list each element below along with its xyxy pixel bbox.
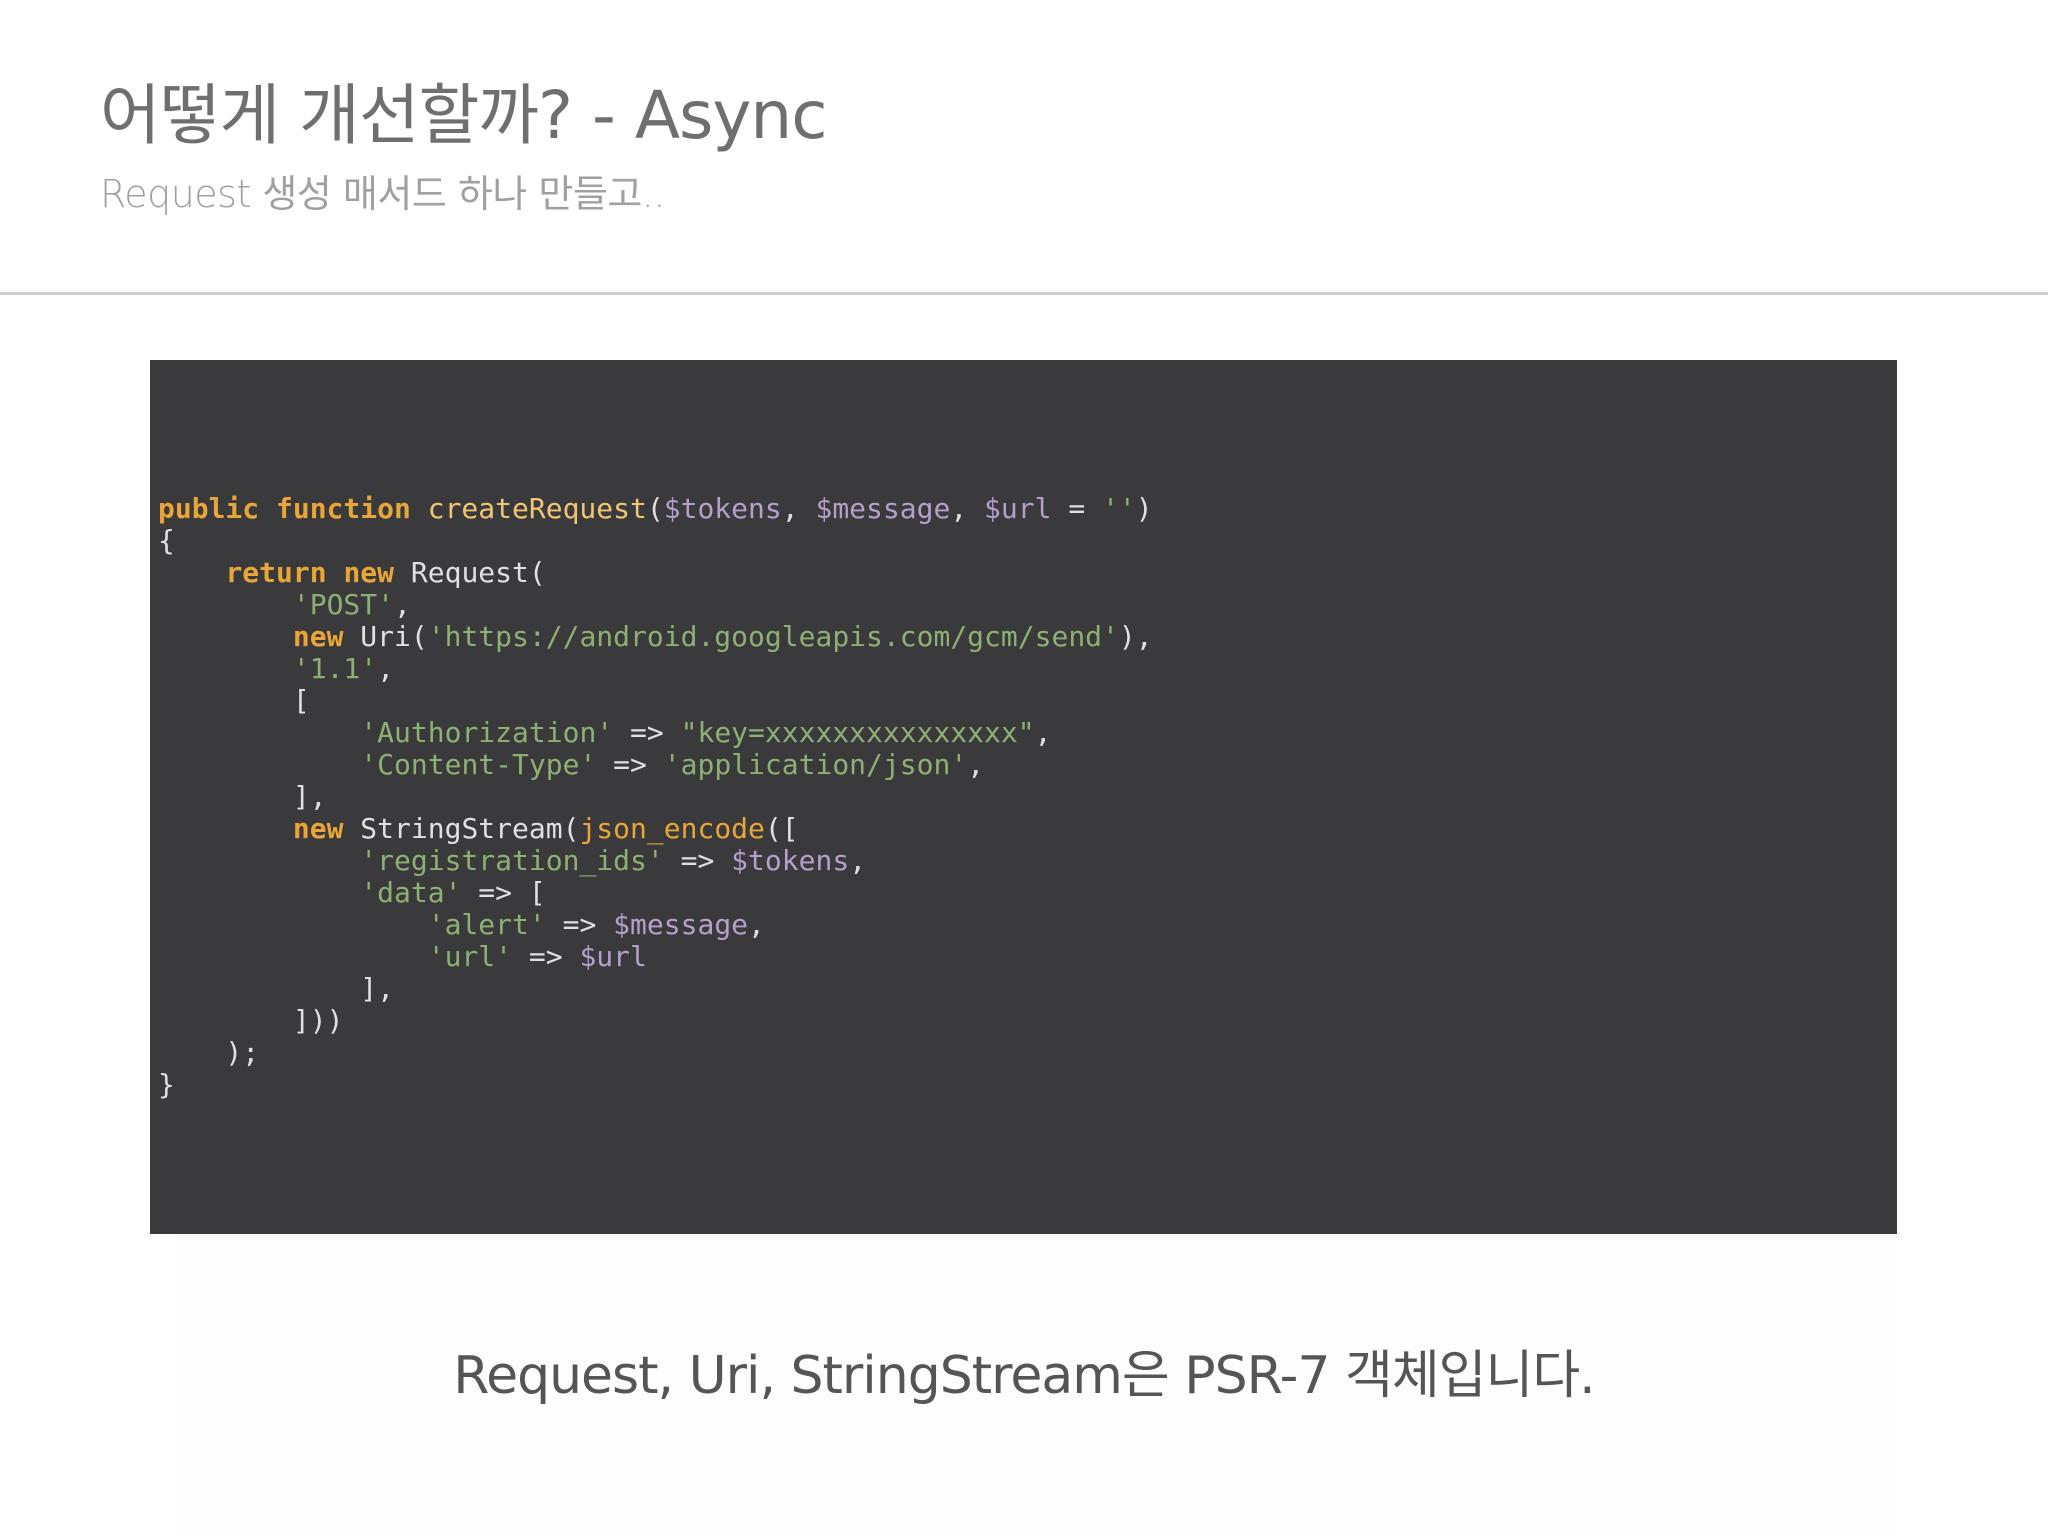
code-line: 'alert' => $message, <box>158 909 1153 941</box>
code-line: 'data' => [ <box>158 877 1153 909</box>
code-token: new <box>292 812 361 845</box>
code-token: ], <box>158 780 327 813</box>
code-token: $tokens <box>663 492 782 525</box>
code-line: } <box>158 1069 1153 1101</box>
code-token: { <box>158 524 175 557</box>
code-token: ])) <box>158 1004 344 1037</box>
code-line: '1.1', <box>158 653 1153 685</box>
code-line: [ <box>158 685 1153 717</box>
code-token: StringStream( <box>360 812 580 845</box>
code-token: ) <box>1135 492 1153 525</box>
code-token: new <box>292 620 361 653</box>
code-panel: public function createRequest($tokens, $… <box>150 360 1897 1234</box>
code-token: 'Authorization' <box>360 716 614 749</box>
code-token: } <box>158 1068 175 1101</box>
code-line: 'Content-Type' => 'application/json', <box>158 749 1153 781</box>
code-token: 'url' <box>427 940 513 973</box>
code-line: public function createRequest($tokens, $… <box>158 493 1153 525</box>
code-line: ); <box>158 1037 1153 1069</box>
code-token: , <box>849 844 867 877</box>
code-token: $url <box>984 492 1052 525</box>
code-token: $tokens <box>731 844 850 877</box>
code-token: "key=xxxxxxxxxxxxxxx" <box>680 716 1035 749</box>
code-line: ], <box>158 781 1153 813</box>
code-token: => <box>545 908 614 941</box>
code-token: '' <box>1102 492 1136 525</box>
code-token: , <box>377 652 395 685</box>
code-token: 'Content-Type' <box>360 748 597 781</box>
slide-title: 어떻게 개선할까? - Async <box>100 77 828 154</box>
code-token: => [ <box>461 876 546 909</box>
slide-caption: Request, Uri, StringStream은 PSR-7 객체입니다. <box>453 1346 1595 1406</box>
code-token: => <box>596 748 664 781</box>
code-token: 'registration_ids' <box>360 844 664 877</box>
code-token: 'alert' <box>427 908 546 941</box>
code-token: Request( <box>410 556 546 589</box>
code-token: = <box>1051 492 1103 525</box>
code-token: Uri( <box>360 620 428 653</box>
code-block: public function createRequest($tokens, $… <box>158 493 1153 1101</box>
code-token: => <box>512 940 580 973</box>
code-token: => <box>613 716 681 749</box>
header-divider <box>0 292 2048 295</box>
code-token: ), <box>1118 620 1153 653</box>
code-line: ])) <box>158 1005 1153 1037</box>
code-line: new StringStream(json_encode([ <box>158 813 1153 845</box>
code-token: createRequest <box>427 492 647 525</box>
code-token: 'https://android.googleapis.com/gcm/send… <box>427 620 1119 653</box>
code-line: 'url' => $url <box>158 941 1153 973</box>
code-token: 'application/json' <box>663 748 968 781</box>
code-token: return new <box>225 556 411 589</box>
code-token: , <box>394 588 411 621</box>
code-line: { <box>158 525 1153 557</box>
code-line: 'Authorization' => "key=xxxxxxxxxxxxxxx"… <box>158 717 1153 749</box>
code-line: 'POST', <box>158 589 1153 621</box>
code-token: ); <box>158 1036 260 1069</box>
code-token: , <box>950 492 985 525</box>
code-token: [ <box>158 684 310 717</box>
code-token: ], <box>158 972 395 1005</box>
code-token: => <box>663 844 732 877</box>
code-token: 'POST' <box>292 588 395 621</box>
code-token: , <box>1034 716 1052 749</box>
code-line: 'registration_ids' => $tokens, <box>158 845 1153 877</box>
code-line: ], <box>158 973 1153 1005</box>
code-token: , <box>967 748 985 781</box>
code-token: '1.1' <box>292 652 378 685</box>
code-line: return new Request( <box>158 557 1153 589</box>
code-token: , <box>781 492 816 525</box>
slide-subtitle: Request 생성 매서드 하나 만들고.. <box>100 172 665 216</box>
code-token: $message <box>613 908 749 941</box>
code-token: 'data' <box>360 876 462 909</box>
code-token: $url <box>579 940 647 973</box>
code-token: ([ <box>764 812 799 845</box>
code-token: public function <box>158 492 428 525</box>
code-token: , <box>748 908 765 941</box>
code-token: $message <box>815 492 951 525</box>
code-line: new Uri('https://android.googleapis.com/… <box>158 621 1153 653</box>
code-token: ( <box>646 492 664 525</box>
code-token: json_encode <box>579 812 765 845</box>
